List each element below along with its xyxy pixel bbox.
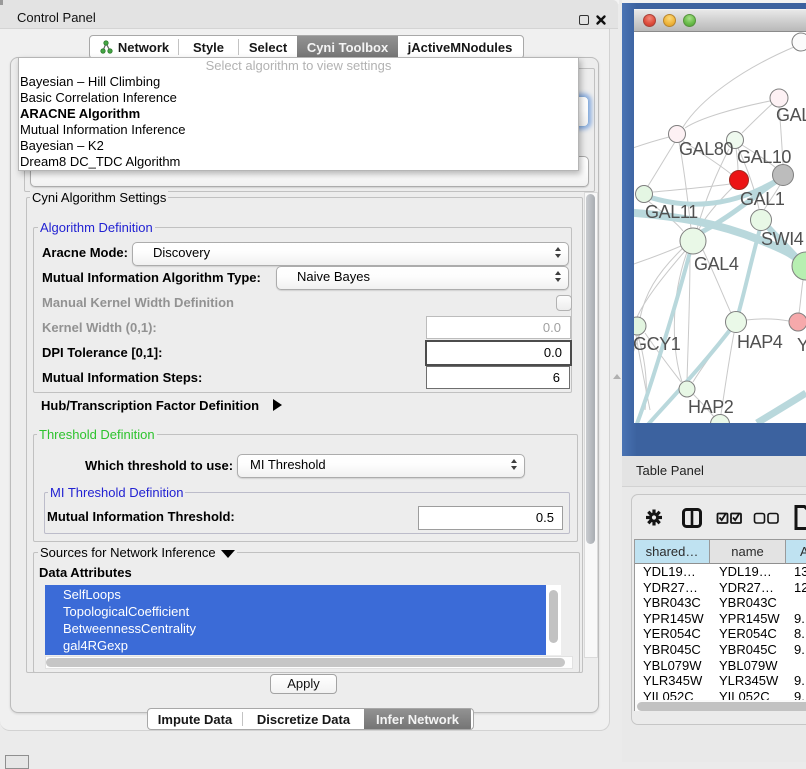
svg-text:HAP4: HAP4 <box>737 332 783 352</box>
svg-text:GAL: GAL <box>776 105 806 125</box>
svg-text:GAL11: GAL11 <box>645 202 698 222</box>
svg-text:GAL80: GAL80 <box>679 139 733 159</box>
svg-text:GCY1: GCY1 <box>634 334 681 354</box>
svg-text:GAL4: GAL4 <box>694 254 739 274</box>
svg-text:SWI4: SWI4 <box>761 229 804 249</box>
svg-text:GAL1: GAL1 <box>740 189 785 209</box>
svg-text:GAL10: GAL10 <box>737 147 791 167</box>
svg-text:HAP2: HAP2 <box>688 397 734 417</box>
svg-text:Y: Y <box>797 335 806 355</box>
